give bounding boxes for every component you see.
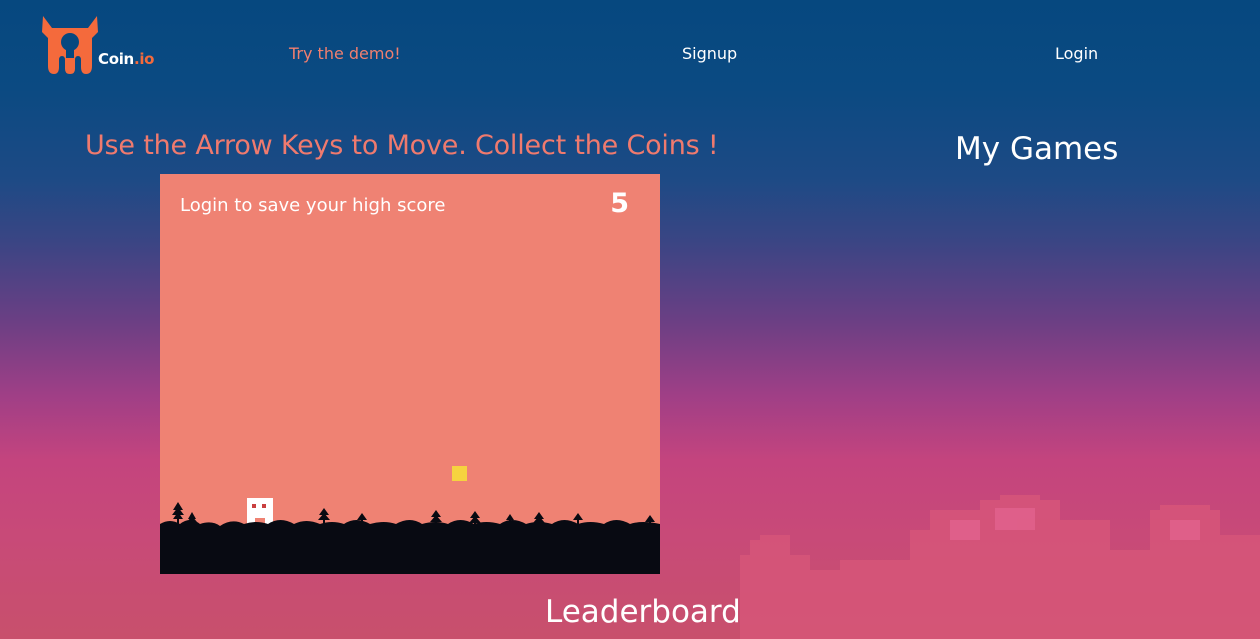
score-counter: 5	[610, 188, 629, 219]
login-link[interactable]: Login	[1055, 44, 1098, 63]
coin-icon	[452, 466, 467, 481]
try-demo-link[interactable]: Try the demo!	[289, 44, 401, 63]
logo-tld: .io	[133, 50, 155, 68]
game-instructions: Use the Arrow Keys to Move. Collect the …	[85, 130, 719, 161]
logo-wordmark: Coin.io	[98, 50, 155, 68]
leaderboard-heading: Leaderboard	[545, 594, 741, 630]
forest-ground	[160, 502, 660, 574]
signup-link[interactable]: Signup	[682, 44, 737, 63]
login-hint-text: Login to save your high score	[180, 195, 446, 216]
game-canvas[interactable]: Login to save your high score 5	[160, 174, 660, 574]
coin-io-logo[interactable]: Coin.io	[40, 14, 170, 78]
my-games-heading: My Games	[955, 131, 1119, 167]
pixel-clouds-decoration	[740, 495, 1260, 639]
monster-logo-icon	[42, 16, 98, 74]
